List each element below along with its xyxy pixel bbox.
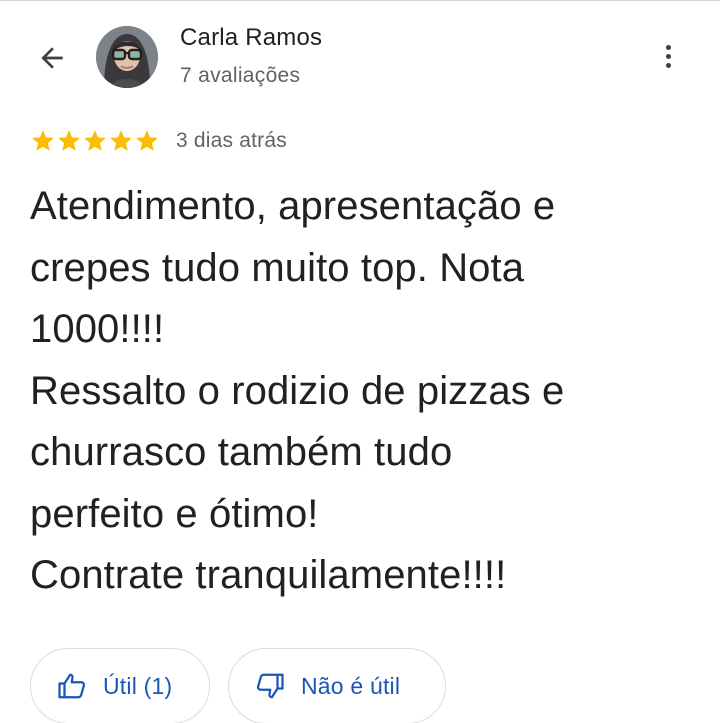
review-header: Carla Ramos 7 avaliações [0,0,720,110]
more-options-button[interactable] [648,36,688,76]
thumb-down-icon [255,671,285,701]
review-actions: Útil (1) Não é útil [30,648,446,723]
more-vert-icon-dot [665,53,671,59]
reviewer-review-count: 7 avaliações [180,64,301,87]
star-icon [84,130,106,151]
helpful-label: Útil (1) [103,672,173,699]
review-date: 3 dias atrás [176,129,287,152]
star-icon [32,130,54,151]
avatar-image [96,26,158,88]
not-helpful-button[interactable]: Não é útil [228,648,446,723]
star-icon [110,130,132,151]
arrow-left-icon [41,47,63,69]
star-rating [30,128,160,154]
more-vert-icon [665,44,671,50]
more-vert-icon-dot [665,62,671,68]
not-helpful-label: Não é útil [301,672,401,699]
avatar[interactable] [96,26,158,88]
helpful-button[interactable]: Útil (1) [30,648,210,723]
review-text: Atendimento, apresentação e crepes tudo … [30,184,565,597]
rating-row: 3 dias atrás [30,128,287,154]
thumb-up-icon [57,671,87,701]
back-button[interactable] [30,36,74,80]
star-icon [136,130,158,151]
reviewer-name[interactable]: Carla Ramos [180,24,322,52]
star-icon [58,130,80,151]
